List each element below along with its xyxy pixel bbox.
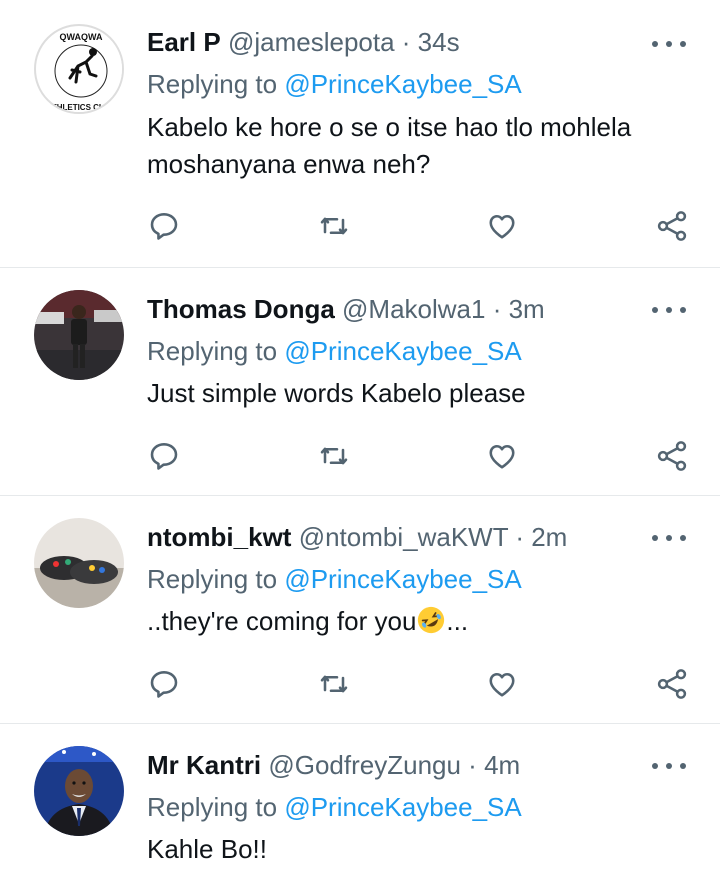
display-name[interactable]: Thomas Donga <box>147 294 335 324</box>
tweet-header: ntombi_kwt @ntombi_waKWT · 2m <box>147 521 567 553</box>
like-icon[interactable] <box>484 666 520 702</box>
more-options-button[interactable] <box>652 754 686 778</box>
retweet-icon[interactable] <box>316 666 352 702</box>
reply-feed: QWAQWA ATHLETICS CLUB Earl P @jameslepot… <box>0 0 720 874</box>
tweet-1[interactable]: QWAQWA ATHLETICS CLUB Earl P @jameslepot… <box>0 0 720 268</box>
share-icon[interactable] <box>654 208 690 244</box>
retweet-icon[interactable] <box>316 438 352 474</box>
tweet-text: Kabelo ke hore o se o itse hao tlo mohle… <box>147 112 632 179</box>
tweet-header: Thomas Donga @Makolwa1 · 3m <box>147 293 545 325</box>
like-icon[interactable] <box>484 208 520 244</box>
avatar[interactable]: QWAQWA ATHLETICS CLUB <box>34 24 124 114</box>
logo-text-top: QWAQWA <box>60 32 103 42</box>
replying-to: Replying to @PrinceKaybee_SA <box>147 336 522 366</box>
reply-icon[interactable] <box>146 208 182 244</box>
display-name[interactable]: Earl P <box>147 27 221 57</box>
tweet-4[interactable]: Mr Kantri @GodfreyZungu · 4m Replying to… <box>0 724 720 874</box>
handle-time: @Makolwa1 · 3m <box>342 294 545 324</box>
tweet-actions <box>0 666 720 702</box>
tweet-actions <box>0 438 720 474</box>
reply-handle-link[interactable]: @PrinceKaybee_SA <box>284 336 521 366</box>
avatar[interactable] <box>34 290 124 380</box>
retweet-icon[interactable] <box>316 208 352 244</box>
more-options-button[interactable] <box>652 298 686 322</box>
shoes-photo-icon <box>34 518 124 608</box>
reply-icon[interactable] <box>146 666 182 702</box>
replying-to: Replying to @PrinceKaybee_SA <box>147 564 522 594</box>
replying-to: Replying to @PrinceKaybee_SA <box>147 69 522 99</box>
rolling-laughing-emoji-icon <box>418 606 445 634</box>
reply-handle-link[interactable]: @PrinceKaybee_SA <box>284 792 521 822</box>
reply-handle-link[interactable]: @PrinceKaybee_SA <box>284 69 521 99</box>
tweet-header: Earl P @jameslepota · 34s <box>147 26 460 58</box>
more-options-button[interactable] <box>652 526 686 550</box>
handle-time: @GodfreyZungu · 4m <box>268 750 521 780</box>
tweet-text: ..they're coming for you ... <box>147 603 687 640</box>
man-in-suit-photo-icon <box>34 746 124 836</box>
tweet-3[interactable]: ntombi_kwt @ntombi_waKWT · 2m Replying t… <box>0 496 720 724</box>
reply-handle-link[interactable]: @PrinceKaybee_SA <box>284 564 521 594</box>
tweet-text: Kahle Bo!! <box>147 834 267 864</box>
display-name[interactable]: ntombi_kwt <box>147 522 291 552</box>
avatar[interactable] <box>34 518 124 608</box>
handle-time: @ntombi_waKWT · 2m <box>298 522 568 552</box>
tweet-2[interactable]: Thomas Donga @Makolwa1 · 3m Replying to … <box>0 268 720 496</box>
man-photo-icon <box>34 290 124 380</box>
tweet-actions <box>0 208 720 244</box>
share-icon[interactable] <box>654 438 690 474</box>
tweet-text: Just simple words Kabelo please <box>147 378 526 408</box>
more-options-button[interactable] <box>652 32 686 56</box>
reply-icon[interactable] <box>146 438 182 474</box>
like-icon[interactable] <box>484 438 520 474</box>
tweet-header: Mr Kantri @GodfreyZungu · 4m <box>147 749 520 781</box>
logo-text-bottom: ATHLETICS CLUB <box>47 103 116 112</box>
replying-to: Replying to @PrinceKaybee_SA <box>147 792 522 822</box>
avatar[interactable] <box>34 746 124 836</box>
handle-time: @jameslepota · 34s <box>227 27 460 57</box>
display-name[interactable]: Mr Kantri <box>147 750 261 780</box>
athletics-club-logo-icon: QWAQWA ATHLETICS CLUB <box>37 27 122 112</box>
share-icon[interactable] <box>654 666 690 702</box>
